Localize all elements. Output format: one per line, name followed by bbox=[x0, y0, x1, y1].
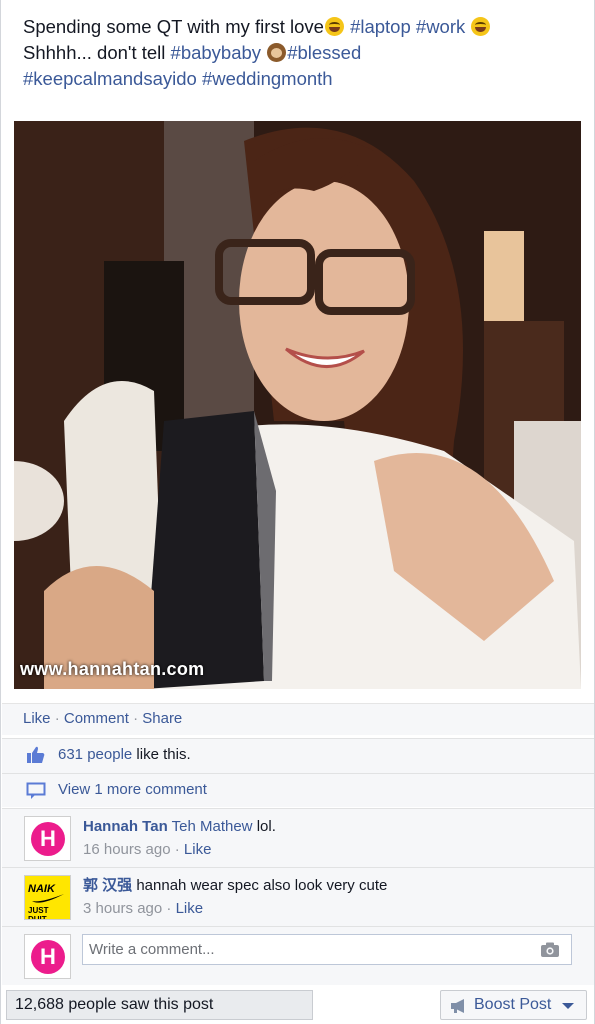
likes-suffix: like this. bbox=[136, 746, 191, 763]
camera-icon[interactable] bbox=[540, 942, 560, 958]
hashtag-babybaby[interactable]: #babybaby bbox=[171, 42, 262, 63]
comment-time[interactable]: 3 hours ago bbox=[83, 900, 162, 917]
comment-body: 郭 汉强 hannah wear spec also look very cut… bbox=[83, 876, 387, 896]
view-more-comments-row: View 1 more comment bbox=[2, 773, 594, 807]
likes-text: 631 people like this. bbox=[58, 746, 191, 763]
comment-like-link[interactable]: Like bbox=[176, 900, 204, 917]
comment-text: hannah wear spec also look very cute bbox=[136, 877, 388, 894]
chevron-down-icon bbox=[562, 1003, 574, 1009]
comment-composer: H bbox=[2, 926, 594, 985]
avatar-text-bottom: JUST DUIT. bbox=[28, 906, 49, 920]
thumbs-up-icon bbox=[27, 746, 45, 763]
hashtag-keepcalmandsayido[interactable]: #keepcalmandsayido bbox=[23, 68, 197, 89]
comment-meta: 3 hours ago · Like bbox=[83, 900, 203, 917]
megaphone-icon bbox=[451, 999, 464, 1013]
separator: · bbox=[54, 710, 60, 727]
comment-item: H Hannah Tan Teh Mathew lol. 16 hours ag… bbox=[2, 808, 594, 867]
comment-text: lol. bbox=[256, 818, 276, 835]
view-more-comments-link[interactable]: View 1 more comment bbox=[58, 781, 207, 798]
comment-item: NAIK JUST DUIT. 郭 汉强 hannah wear spec al… bbox=[2, 867, 594, 926]
hashtag-weddingmonth[interactable]: #weddingmonth bbox=[202, 68, 333, 89]
avatar-letter: H bbox=[40, 826, 56, 851]
grinning-face-emoji-icon bbox=[324, 17, 344, 36]
likes-summary: 631 people like this. bbox=[2, 738, 594, 773]
comment-link[interactable]: Comment bbox=[64, 710, 129, 727]
comment-author[interactable]: Hannah Tan bbox=[83, 818, 168, 835]
comment-mention[interactable]: Teh Mathew bbox=[172, 818, 253, 835]
comment-body: Hannah Tan Teh Mathew lol. bbox=[83, 817, 276, 837]
photo-watermark: www.hannahtan.com bbox=[20, 659, 205, 679]
swoosh-icon bbox=[32, 894, 64, 903]
separator: · bbox=[174, 841, 180, 858]
comment-input-box[interactable] bbox=[82, 934, 572, 965]
comment-bubble-icon bbox=[26, 782, 46, 799]
caption-text-2: Shhhh... don't tell bbox=[23, 42, 166, 63]
hannah-tan-avatar[interactable]: H bbox=[24, 934, 71, 979]
avatar-letter: H bbox=[40, 944, 56, 969]
hashtag-laptop[interactable]: #laptop bbox=[350, 16, 411, 37]
post-reach: 12,688 people saw this post bbox=[6, 990, 313, 1020]
caption-text-1: Spending some QT with my first love bbox=[23, 16, 324, 37]
hashtag-work[interactable]: #work bbox=[416, 16, 465, 37]
post-caption: Spending some QT with my first love #lap… bbox=[23, 14, 573, 92]
write-comment-input[interactable] bbox=[89, 935, 529, 964]
nike-parody-avatar[interactable]: NAIK JUST DUIT. bbox=[24, 875, 71, 920]
grinning-face-emoji-icon bbox=[471, 17, 491, 36]
likes-count-link[interactable]: 631 people bbox=[58, 746, 132, 763]
comment-meta: 16 hours ago · Like bbox=[83, 841, 211, 858]
post-photo[interactable]: www.hannahtan.com bbox=[14, 121, 581, 689]
like-link[interactable]: Like bbox=[23, 710, 51, 727]
comment-author[interactable]: 郭 汉强 bbox=[83, 877, 132, 894]
separator: · bbox=[133, 710, 139, 727]
selfie-photo-illustration bbox=[14, 121, 581, 689]
comment-time[interactable]: 16 hours ago bbox=[83, 841, 171, 858]
hannah-tan-avatar[interactable]: H bbox=[24, 816, 71, 861]
post-actions-bar: Like · Comment · Share bbox=[2, 703, 594, 735]
comment-like-link[interactable]: Like bbox=[184, 841, 212, 858]
boost-post-button[interactable]: Boost Post bbox=[440, 990, 587, 1020]
post-card: Spending some QT with my first love #lap… bbox=[0, 0, 595, 1024]
hashtag-blessed[interactable]: #blessed bbox=[287, 42, 361, 63]
share-link[interactable]: Share bbox=[142, 710, 182, 727]
separator: · bbox=[166, 900, 172, 917]
see-no-evil-monkey-emoji-icon bbox=[267, 43, 287, 62]
boost-post-label: Boost Post bbox=[474, 996, 552, 1013]
